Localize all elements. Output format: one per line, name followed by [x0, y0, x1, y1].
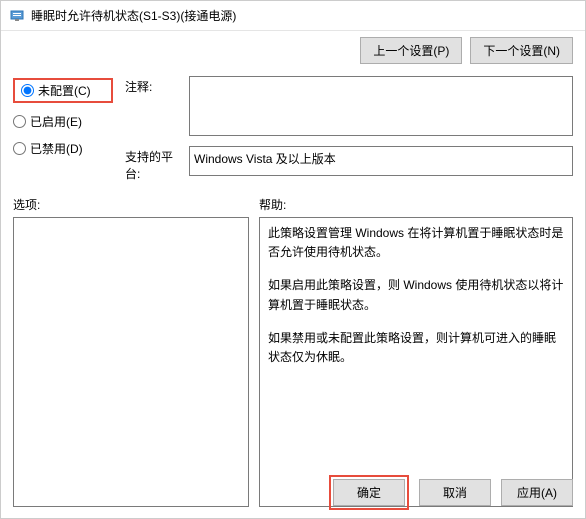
help-p1: 此策略设置管理 Windows 在将计算机置于睡眠状态时是否允许使用待机状态。	[268, 224, 564, 262]
platform-row: 支持的平台: Windows Vista 及以上版本	[125, 146, 573, 182]
ok-button[interactable]: 确定	[333, 479, 405, 506]
help-p2: 如果启用此策略设置，则 Windows 使用待机状态以将计算机置于睡眠状态。	[268, 276, 564, 314]
config-area: 未配置(C) 已启用(E) 已禁用(D) 注释: 支持的平台:	[1, 70, 585, 190]
state-radio-group: 未配置(C) 已启用(E) 已禁用(D)	[13, 76, 113, 157]
radio-enabled-label: 已启用(E)	[30, 113, 82, 130]
help-label: 帮助:	[259, 196, 286, 213]
dialog-buttons: 确定 取消 应用(A)	[329, 475, 573, 510]
platform-text: Windows Vista 及以上版本	[194, 152, 336, 166]
options-pane	[13, 217, 249, 507]
section-labels: 选项: 帮助:	[1, 190, 585, 217]
help-pane: 此策略设置管理 Windows 在将计算机置于睡眠状态时是否允许使用待机状态。 …	[259, 217, 573, 507]
radio-disabled[interactable]: 已禁用(D)	[13, 140, 113, 157]
radio-disabled-input[interactable]	[13, 142, 26, 155]
comment-label: 注释:	[125, 76, 181, 136]
radio-disabled-label: 已禁用(D)	[30, 140, 83, 157]
next-setting-button[interactable]: 下一个设置(N)	[470, 37, 573, 64]
platform-value: Windows Vista 及以上版本	[189, 146, 573, 176]
apply-button[interactable]: 应用(A)	[501, 479, 573, 506]
nav-buttons: 上一个设置(P) 下一个设置(N)	[1, 31, 585, 70]
cancel-button[interactable]: 取消	[419, 479, 491, 506]
highlight-not-configured: 未配置(C)	[13, 78, 113, 103]
help-p3: 如果禁用或未配置此策略设置，则计算机可进入的睡眠状态仅为休眠。	[268, 329, 564, 367]
radio-not-configured-label: 未配置(C)	[38, 82, 91, 99]
radio-not-configured[interactable]: 未配置(C)	[21, 82, 91, 99]
app-icon	[9, 8, 25, 24]
comment-input[interactable]	[189, 76, 573, 136]
radio-not-configured-input[interactable]	[21, 84, 34, 97]
prev-setting-button[interactable]: 上一个设置(P)	[360, 37, 462, 64]
radio-enabled-input[interactable]	[13, 115, 26, 128]
comment-row: 注释:	[125, 76, 573, 136]
highlight-ok: 确定	[329, 475, 409, 510]
radio-enabled[interactable]: 已启用(E)	[13, 113, 113, 130]
options-label: 选项:	[13, 196, 259, 213]
window-title: 睡眠时允许待机状态(S1-S3)(接通电源)	[31, 7, 236, 24]
titlebar: 睡眠时允许待机状态(S1-S3)(接通电源)	[1, 1, 585, 31]
platform-label: 支持的平台:	[125, 146, 181, 182]
policy-dialog: 睡眠时允许待机状态(S1-S3)(接通电源) 上一个设置(P) 下一个设置(N)…	[0, 0, 586, 519]
radio-column: 未配置(C) 已启用(E) 已禁用(D)	[13, 76, 113, 182]
panes: 此策略设置管理 Windows 在将计算机置于睡眠状态时是否允许使用待机状态。 …	[1, 217, 585, 507]
fields-column: 注释: 支持的平台: Windows Vista 及以上版本	[125, 76, 573, 182]
